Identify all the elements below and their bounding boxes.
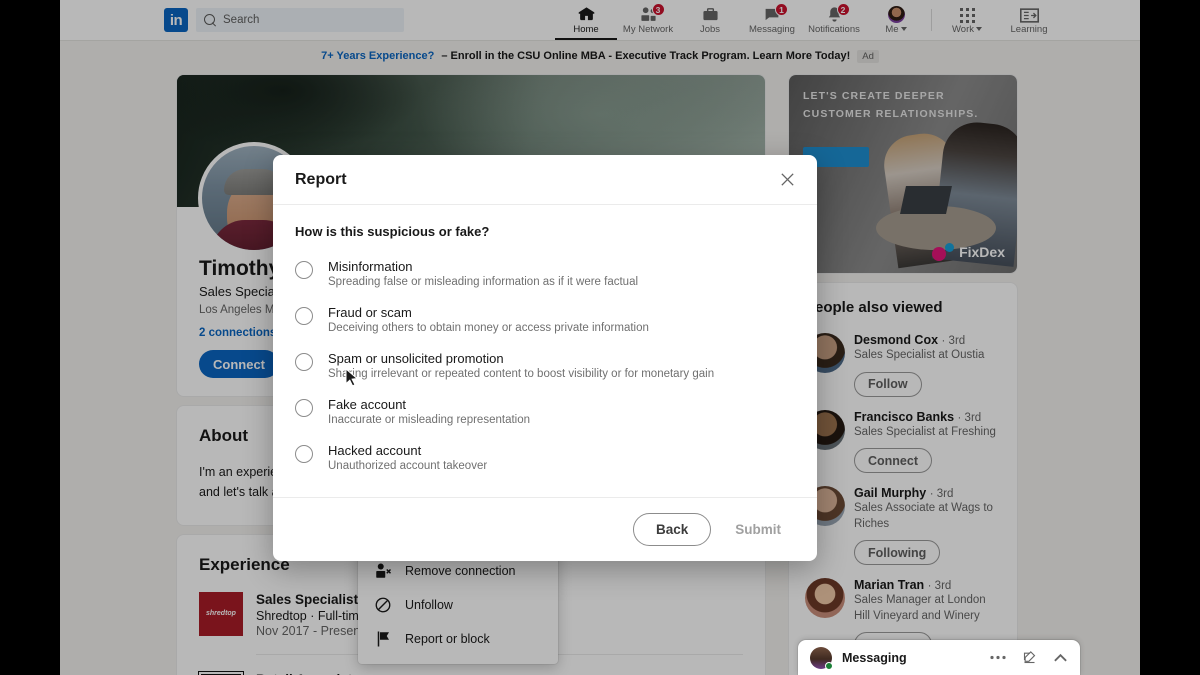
report-modal: Report How is this suspicious or fake? M…: [273, 155, 817, 561]
report-option-hacked-account[interactable]: Hacked account Unauthorized account take…: [295, 435, 795, 481]
option-description: Inaccurate or misleading representation: [328, 414, 531, 426]
radio-misinformation[interactable]: [295, 261, 313, 279]
messaging-dock-title: Messaging: [842, 650, 907, 665]
option-title: Misinformation: [328, 259, 413, 274]
radio-spam-or-unsolicited-promotion[interactable]: [295, 353, 313, 371]
radio-fraud-or-scam[interactable]: [295, 307, 313, 325]
option-title: Hacked account: [328, 443, 422, 458]
close-icon[interactable]: [773, 166, 801, 194]
report-option-misinformation[interactable]: Misinformation Spreading false or mislea…: [295, 251, 795, 297]
report-option-fake-account[interactable]: Fake account Inaccurate or misleading re…: [295, 389, 795, 435]
submit-button[interactable]: Submit: [721, 513, 795, 546]
report-question: How is this suspicious or fake?: [295, 224, 490, 239]
screen: in Home 3 My Ne: [0, 0, 1200, 675]
option-description: Deceiving others to obtain money or acce…: [328, 322, 649, 334]
radio-fake-account[interactable]: [295, 399, 313, 417]
ellipsis-icon[interactable]: [990, 655, 1006, 660]
radio-hacked-account[interactable]: [295, 445, 313, 463]
report-modal-footer: Back Submit: [273, 497, 817, 561]
option-title: Spam or unsolicited promotion: [328, 351, 504, 366]
option-description: Sharing irrelevant or repeated content t…: [328, 368, 715, 380]
report-option-spam-or-unsolicited-promotion[interactable]: Spam or unsolicited promotion Sharing ir…: [295, 343, 795, 389]
chevron-up-icon[interactable]: [1053, 653, 1068, 663]
compose-icon[interactable]: [1022, 650, 1037, 665]
report-modal-body: How is this suspicious or fake? Misinfor…: [273, 205, 817, 489]
report-modal-header: Report: [273, 155, 817, 205]
messaging-dock[interactable]: Messaging: [798, 640, 1080, 675]
option-description: Unauthorized account takeover: [328, 460, 488, 472]
option-description: Spreading false or misleading informatio…: [328, 276, 639, 288]
back-button[interactable]: Back: [632, 513, 712, 546]
report-modal-title: Report: [295, 170, 347, 188]
report-option-fraud-or-scam[interactable]: Fraud or scam Deceiving others to obtain…: [295, 297, 795, 343]
option-title: Fraud or scam: [328, 305, 412, 320]
avatar: [810, 646, 833, 670]
option-title: Fake account: [328, 397, 407, 412]
messaging-dock-actions: [990, 650, 1068, 665]
